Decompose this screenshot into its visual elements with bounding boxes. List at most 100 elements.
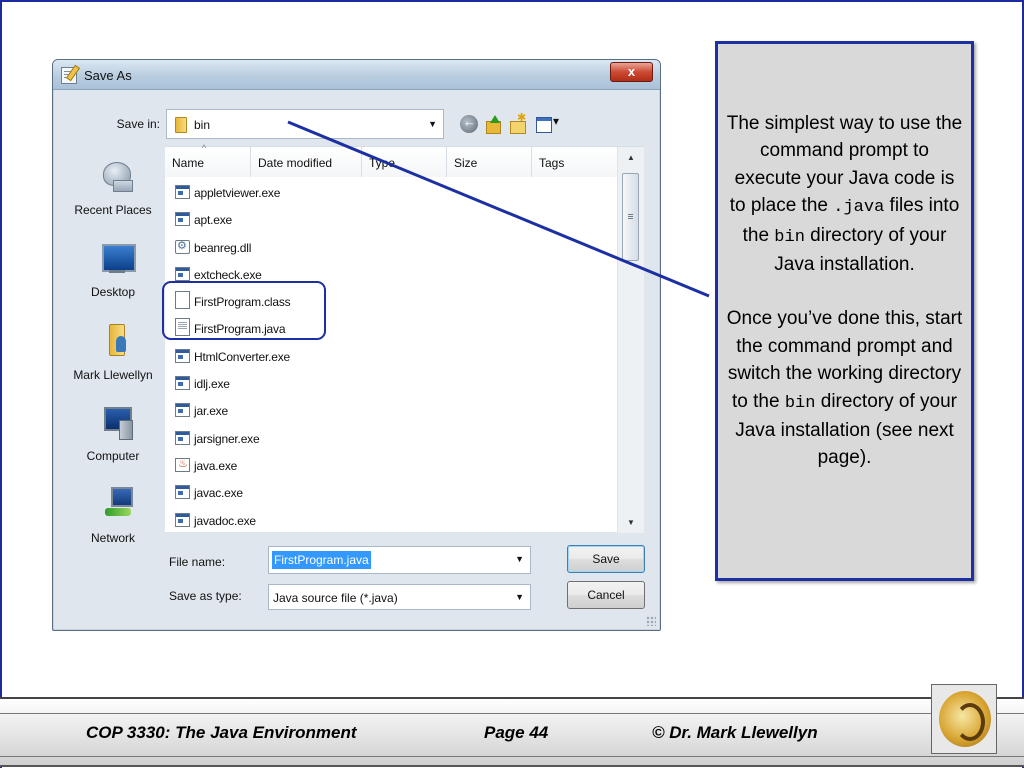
file-name: java.exe bbox=[194, 458, 238, 473]
place-label: Network bbox=[90, 531, 135, 545]
save-button[interactable]: Save bbox=[567, 545, 645, 573]
file-row[interactable]: idlj.exe bbox=[165, 371, 617, 398]
pegasus-logo-icon bbox=[939, 691, 991, 747]
dll-icon bbox=[175, 239, 190, 254]
up-folder-icon[interactable] bbox=[484, 115, 502, 134]
exe-icon bbox=[175, 212, 190, 227]
file-name-label: File name: bbox=[169, 555, 226, 569]
callout-box: The simplest way to use the command prom… bbox=[715, 41, 974, 581]
file-row[interactable]: appletviewer.exe bbox=[165, 180, 617, 207]
place-recent-places[interactable]: Recent Places bbox=[61, 146, 165, 226]
exe-icon bbox=[175, 485, 190, 500]
footer-divider bbox=[0, 756, 1024, 757]
cancel-button[interactable]: Cancel bbox=[567, 581, 645, 609]
save-as-type-dropdown[interactable]: Java source file (*.java) ▼ bbox=[268, 584, 531, 610]
vertical-scrollbar[interactable]: ▲ ▼ bbox=[617, 147, 644, 533]
place-label: Desktop bbox=[90, 285, 136, 299]
file-name-value: FirstProgram.java bbox=[272, 551, 371, 569]
file-rows: appletviewer.exe apt.exe beanreg.dll ext… bbox=[165, 180, 617, 535]
place-network[interactable]: Network bbox=[61, 476, 165, 556]
exe-icon bbox=[175, 430, 190, 445]
close-button[interactable]: x bbox=[610, 62, 653, 82]
footer-copyright: © Dr. Mark Llewellyn bbox=[652, 723, 818, 742]
chevron-down-icon[interactable]: ▼ bbox=[515, 592, 524, 602]
code-java: .java bbox=[833, 198, 885, 218]
file-row[interactable]: apt.exe bbox=[165, 207, 617, 234]
save-in-value: bin bbox=[194, 118, 211, 132]
file-row[interactable]: beanreg.dll bbox=[165, 235, 617, 262]
column-header-tags[interactable]: Tags bbox=[532, 147, 617, 177]
grip-icon bbox=[628, 214, 633, 215]
file-row[interactable]: java.exe bbox=[165, 453, 617, 480]
back-icon[interactable] bbox=[460, 114, 478, 133]
recent-places-icon bbox=[101, 156, 133, 192]
desktop-icon bbox=[101, 240, 136, 274]
scroll-down-icon[interactable]: ▼ bbox=[627, 518, 635, 527]
file-name: jar.exe bbox=[194, 404, 228, 419]
exe-icon bbox=[175, 403, 190, 418]
network-icon bbox=[101, 486, 133, 520]
save-in-label: Save in: bbox=[116, 117, 160, 131]
file-name: appletviewer.exe bbox=[194, 186, 281, 200]
exe-icon bbox=[175, 348, 190, 363]
place-label: Mark Llewellyn bbox=[73, 368, 153, 382]
scroll-up-icon[interactable]: ▲ bbox=[627, 153, 635, 162]
file-row[interactable]: jarsigner.exe bbox=[165, 426, 617, 453]
place-desktop[interactable]: Desktop bbox=[61, 230, 165, 310]
footer-course: COP 3330: The Java Environment bbox=[86, 723, 357, 742]
chevron-down-icon[interactable]: ▼ bbox=[428, 119, 437, 129]
save-as-dialog: Save As x Save in: bin ▼ Recent Places D… bbox=[52, 59, 661, 631]
chevron-down-icon[interactable]: ▼ bbox=[515, 554, 524, 564]
file-name: idlj.exe bbox=[194, 377, 230, 392]
file-name: extcheck.exe bbox=[194, 267, 262, 282]
column-header-date-modified[interactable]: Date modified bbox=[251, 147, 362, 177]
exe-icon bbox=[175, 512, 190, 527]
computer-icon bbox=[101, 404, 133, 440]
file-name: javadoc.exe bbox=[194, 513, 256, 528]
java-icon bbox=[175, 457, 190, 472]
exe-icon bbox=[175, 376, 190, 391]
column-header-type[interactable]: Type bbox=[362, 147, 447, 177]
sort-ascending-icon: ^ bbox=[202, 143, 207, 153]
file-name-input[interactable]: FirstProgram.java ▼ bbox=[268, 546, 531, 574]
exe-icon bbox=[175, 266, 190, 281]
dialog-titlebar[interactable]: Save As x bbox=[53, 60, 660, 90]
file-row[interactable]: javadoc.exe bbox=[165, 508, 617, 535]
places-bar: Recent Places Desktop Mark Llewellyn Com… bbox=[61, 146, 165, 556]
save-as-icon bbox=[61, 67, 77, 84]
file-name: apt.exe bbox=[194, 213, 232, 228]
logo-frame bbox=[931, 684, 997, 754]
exe-icon bbox=[175, 185, 190, 199]
save-as-type-label: Save as type: bbox=[169, 589, 242, 603]
file-name: javac.exe bbox=[194, 486, 243, 501]
place-computer[interactable]: Computer bbox=[61, 394, 165, 474]
callout-paragraph-2: Once you’ve done this, start the command… bbox=[726, 308, 963, 469]
save-as-type-value: Java source file (*.java) bbox=[273, 591, 398, 605]
place-label: Computer bbox=[86, 449, 140, 463]
file-row[interactable]: jar.exe bbox=[165, 398, 617, 425]
file-row[interactable]: HtmlConverter.exe bbox=[165, 344, 617, 371]
footer-page-number: Page 44 bbox=[484, 723, 549, 742]
user-folder-icon bbox=[101, 322, 133, 356]
footer-divider bbox=[0, 713, 1024, 714]
column-header-name[interactable]: ^ Name bbox=[165, 143, 251, 177]
views-menu-icon[interactable] bbox=[536, 114, 566, 133]
code-bin: bin bbox=[784, 393, 816, 413]
file-name: beanreg.dll bbox=[194, 240, 252, 255]
dialog-title: Save As bbox=[84, 68, 132, 83]
scrollbar-thumb[interactable] bbox=[622, 173, 639, 261]
new-folder-icon[interactable] bbox=[509, 111, 527, 134]
file-row[interactable]: javac.exe bbox=[165, 480, 617, 507]
file-name: jarsigner.exe bbox=[194, 431, 260, 446]
resize-grip-icon[interactable] bbox=[646, 616, 656, 626]
slide-footer: COP 3330: The Java Environment Page 44 ©… bbox=[0, 684, 1024, 768]
column-header-size[interactable]: Size bbox=[447, 147, 532, 177]
code-bin: bin bbox=[774, 227, 805, 247]
folder-icon bbox=[175, 117, 187, 133]
file-name: HtmlConverter.exe bbox=[194, 349, 290, 364]
callout-paragraph-1: The simplest way to use the command prom… bbox=[726, 113, 963, 276]
place-mark-llewellyn[interactable]: Mark Llewellyn bbox=[61, 312, 165, 392]
place-label: Recent Places bbox=[74, 203, 152, 217]
firstprogram-highlight bbox=[162, 281, 326, 340]
save-in-dropdown[interactable]: bin ▼ bbox=[166, 109, 444, 139]
